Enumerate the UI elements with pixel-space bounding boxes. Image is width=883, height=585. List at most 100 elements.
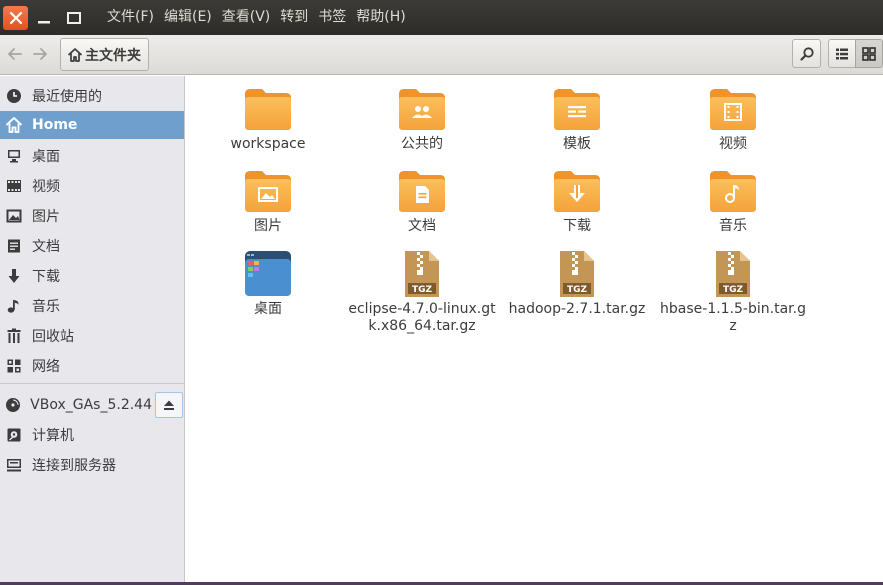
grid-view-button[interactable] xyxy=(855,39,883,68)
sidebar-item-label: 图片 xyxy=(32,209,60,225)
close-icon xyxy=(9,11,22,24)
clock-icon xyxy=(5,87,23,105)
menu-edit[interactable]: 编辑(E) xyxy=(160,0,216,35)
file-name: 公共的 xyxy=(401,136,443,152)
sidebar-item-network[interactable]: 网络 xyxy=(0,352,184,380)
server-icon xyxy=(5,456,23,474)
file-item-templates[interactable]: 模板 xyxy=(502,84,652,153)
sidebar-item-label: 回收站 xyxy=(32,329,74,345)
tgz-badge: TGZ xyxy=(723,285,744,295)
search-button[interactable] xyxy=(792,39,821,68)
file-item-public[interactable]: 公共的 xyxy=(347,84,497,153)
menu-bar: 文件(F) 编辑(E) 查看(V) 转到 书签 帮助(H) xyxy=(103,0,412,35)
file-item-music[interactable]: 音乐 xyxy=(658,166,808,235)
file-name: 文档 xyxy=(408,218,436,234)
sidebar-item-vbox-disc[interactable]: VBox_GAs_5.2.44 xyxy=(0,391,152,419)
file-name: 桌面 xyxy=(254,301,282,317)
sidebar-item-documents[interactable]: 文档 xyxy=(0,232,184,260)
sidebar-item-label: 文档 xyxy=(32,239,60,255)
sidebar-item-downloads[interactable]: 下载 xyxy=(0,262,184,290)
folder-public-icon xyxy=(396,84,448,134)
file-item-videos[interactable]: 视频 xyxy=(658,84,808,153)
sidebar: 最近使用的 Home 桌面 视频 图片 文档 下载 音乐 回收站 网络 VBox… xyxy=(0,76,185,585)
menu-bookmarks[interactable]: 书签 xyxy=(314,0,350,35)
sidebar-item-label: 最近使用的 xyxy=(32,89,102,105)
document-icon xyxy=(5,237,23,255)
sidebar-item-trash[interactable]: 回收站 xyxy=(0,322,184,350)
title-bar: 文件(F) 编辑(E) 查看(V) 转到 书签 帮助(H) xyxy=(0,0,883,35)
sidebar-item-label: Home xyxy=(32,117,78,133)
menu-view[interactable]: 查看(V) xyxy=(218,0,275,35)
file-name: 下载 xyxy=(563,218,591,234)
folder-icon xyxy=(242,84,294,134)
file-item-eclipse-archive[interactable]: TGZ eclipse-4.7.0-linux.gtk.x86_64.tar.g… xyxy=(347,249,497,335)
sidebar-item-computer[interactable]: 计算机 xyxy=(0,421,184,449)
forward-button[interactable] xyxy=(28,42,52,66)
film-icon xyxy=(5,177,23,195)
sidebar-item-label: 视频 xyxy=(32,179,60,195)
toolbar: 主文件夹 xyxy=(0,35,883,75)
picture-icon xyxy=(5,207,23,225)
list-view-button[interactable] xyxy=(828,39,856,68)
tgz-badge: TGZ xyxy=(567,285,588,295)
file-name: 图片 xyxy=(254,218,282,234)
search-icon xyxy=(799,46,814,61)
file-name: 音乐 xyxy=(719,218,747,234)
home-icon xyxy=(67,47,83,62)
tgz-archive-icon: TGZ xyxy=(551,249,603,299)
eject-button[interactable] xyxy=(155,392,183,418)
music-note-icon xyxy=(5,297,23,315)
sidebar-item-music[interactable]: 音乐 xyxy=(0,292,184,320)
file-item-hbase-archive[interactable]: TGZ hbase-1.1.5-bin.tar.gz xyxy=(658,249,808,335)
disc-icon xyxy=(5,396,21,414)
sidebar-item-label: VBox_GAs_5.2.44 xyxy=(30,397,152,413)
grid-view-icon xyxy=(862,46,876,61)
folder-downloads-icon xyxy=(551,166,603,216)
back-arrow-icon xyxy=(8,48,22,60)
minimize-icon xyxy=(38,20,50,23)
tgz-archive-icon: TGZ xyxy=(707,249,759,299)
file-name: workspace xyxy=(230,136,306,152)
network-icon xyxy=(5,357,23,375)
file-name: 模板 xyxy=(563,136,591,152)
sidebar-item-label: 连接到服务器 xyxy=(32,458,116,474)
maximize-window-button[interactable] xyxy=(62,6,86,30)
back-button[interactable] xyxy=(3,42,27,66)
sidebar-item-home[interactable]: Home xyxy=(0,111,184,139)
sidebar-item-label: 网络 xyxy=(32,359,60,375)
path-home-button[interactable]: 主文件夹 xyxy=(60,38,149,71)
sidebar-item-desktop[interactable]: 桌面 xyxy=(0,142,184,170)
file-name: eclipse-4.7.0-linux.gtk.x86_64.tar.gz xyxy=(348,301,496,334)
sidebar-item-connect-server[interactable]: 连接到服务器 xyxy=(0,451,184,479)
file-item-documents[interactable]: 文档 xyxy=(347,166,497,235)
minimize-window-button[interactable] xyxy=(32,6,56,30)
sidebar-item-recent[interactable]: 最近使用的 xyxy=(0,82,184,110)
menu-go[interactable]: 转到 xyxy=(276,0,312,35)
sidebar-item-label: 桌面 xyxy=(32,149,60,165)
file-item-hadoop-archive[interactable]: TGZ hadoop-2.7.1.tar.gz xyxy=(502,249,652,318)
path-home-label: 主文件夹 xyxy=(85,47,141,64)
sidebar-item-pictures[interactable]: 图片 xyxy=(0,202,184,230)
sidebar-item-label: 计算机 xyxy=(32,428,74,444)
sidebar-item-label: 音乐 xyxy=(32,299,60,315)
file-view: workspace 公共的 模板 视频 图片 文档 下载 音乐 桌面 TGZ e… xyxy=(186,76,883,585)
folder-documents-icon xyxy=(396,166,448,216)
eject-icon xyxy=(164,400,174,410)
computer-icon xyxy=(5,426,23,444)
close-window-button[interactable] xyxy=(3,5,28,30)
file-name: hadoop-2.7.1.tar.gz xyxy=(508,301,646,317)
menu-file[interactable]: 文件(F) xyxy=(103,0,158,35)
menu-help[interactable]: 帮助(H) xyxy=(352,0,409,35)
sidebar-item-videos[interactable]: 视频 xyxy=(0,172,184,200)
sidebar-divider xyxy=(0,383,184,384)
forward-arrow-icon xyxy=(33,48,47,60)
folder-pictures-icon xyxy=(242,166,294,216)
file-item-workspace[interactable]: workspace xyxy=(193,84,343,153)
file-item-desktop[interactable]: 桌面 xyxy=(193,249,343,318)
desktop-folder-icon xyxy=(242,249,294,299)
file-item-pictures[interactable]: 图片 xyxy=(193,166,343,235)
trash-icon xyxy=(5,327,23,345)
tgz-archive-icon: TGZ xyxy=(396,249,448,299)
file-item-downloads[interactable]: 下载 xyxy=(502,166,652,235)
file-name: hbase-1.1.5-bin.tar.gz xyxy=(660,301,806,334)
